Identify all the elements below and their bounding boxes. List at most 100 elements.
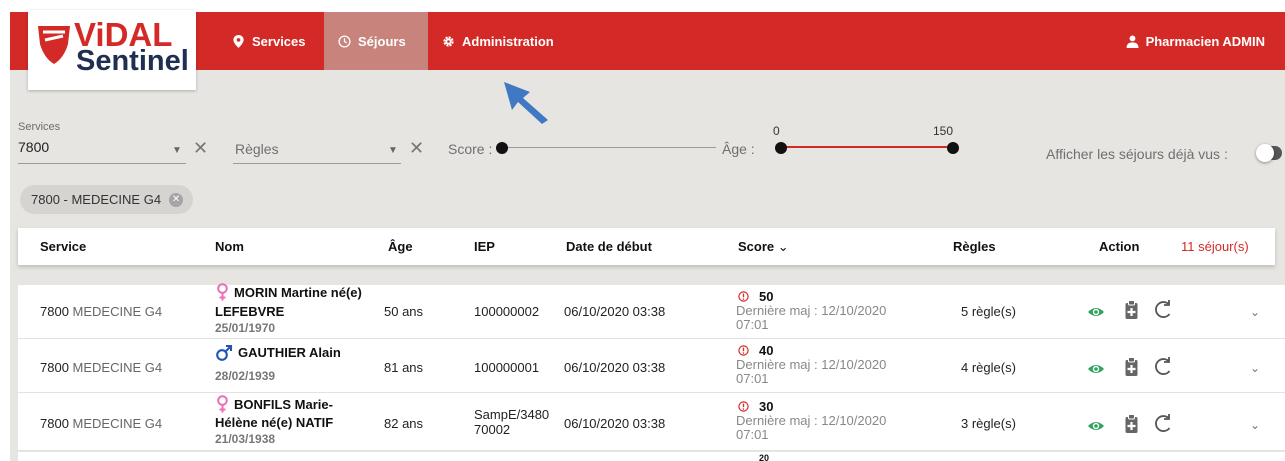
score-value: 30 [759, 399, 774, 414]
service-name: MEDECINE G4 [72, 360, 163, 375]
patient-iep: 100000002 [474, 304, 540, 319]
clipboard-medical-icon[interactable] [1125, 300, 1138, 320]
eye-icon[interactable] [1087, 362, 1105, 376]
patient-birthdate: 28/02/1939 [215, 369, 276, 383]
score-value: 50 [759, 289, 774, 304]
patient-age: 50 ans [384, 304, 424, 319]
mouse-cursor-icon [504, 82, 548, 124]
patient-iep-line1: SampE/3480 [474, 407, 550, 422]
regles-count[interactable]: 4 règle(s) [961, 360, 1016, 375]
sejour-start-date: 06/10/2020 03:38 [564, 360, 666, 375]
nav-services[interactable]: Services [218, 12, 320, 70]
eye-icon[interactable] [1087, 305, 1105, 319]
nav-sejours-label: Séjours [358, 33, 406, 49]
sort-chevron-down-icon: ⌄ [777, 239, 789, 254]
clipboard-medical-icon[interactable] [1125, 414, 1138, 434]
alert-circle-icon [738, 291, 749, 302]
table-row[interactable]: 7800 MEDECINE G4 BONFILS Marie- Hélène n… [18, 393, 1285, 451]
col-age[interactable]: Âge [388, 239, 413, 254]
service-code: 7800 [40, 360, 69, 375]
vidal-sentinel-logo[interactable]: ViDAL Sentinel [28, 10, 196, 90]
table-row[interactable]: 7800 MEDECINE G4 GAUTHIER Alain 28/02/19… [18, 339, 1285, 393]
row-expand-chevron-icon[interactable]: ⌄ [1250, 305, 1260, 319]
user-menu[interactable]: Pharmacien ADMIN [1112, 12, 1279, 70]
patient-name-line1[interactable]: BONFILS Marie- [234, 396, 333, 413]
services-clear-icon[interactable]: ✕ [193, 139, 208, 157]
chip-label: 7800 - MEDECINE G4 [31, 192, 162, 207]
col-date[interactable]: Date de début [566, 239, 652, 254]
services-filter-input[interactable]: 7800 [18, 139, 49, 155]
regles-count[interactable]: 3 règle(s) [961, 416, 1016, 431]
score-slider-track[interactable] [500, 147, 716, 148]
row-expand-chevron-icon[interactable]: ⌄ [1250, 418, 1260, 432]
nav-sejours[interactable]: Séjours [324, 12, 428, 70]
col-iep[interactable]: IEP [474, 239, 495, 254]
age-slider-range[interactable] [780, 146, 954, 148]
user-name: Pharmacien ADMIN [1145, 33, 1265, 49]
table-row-partial[interactable]: 20 [18, 452, 1285, 461]
regles-clear-icon[interactable]: ✕ [409, 139, 424, 157]
chip-remove-icon[interactable]: ✕ [169, 192, 184, 207]
age-slider-min-handle[interactable] [775, 142, 787, 154]
score-update-date: Dernière maj : 12/10/2020 [736, 413, 887, 428]
nav-services-label: Services [252, 33, 306, 49]
patient-name-line2[interactable]: LEFEBVRE [215, 303, 284, 320]
col-score-label: Score [738, 239, 775, 254]
services-filter-label: Services [18, 121, 61, 133]
patient-iep-line2: 70002 [474, 422, 511, 437]
seen-toggle-switch[interactable] [1256, 144, 1282, 162]
regles-count[interactable]: 5 règle(s) [961, 304, 1016, 319]
service-code: 7800 [40, 416, 69, 431]
col-regles[interactable]: Règles [953, 239, 996, 254]
col-action: Action [1099, 239, 1140, 254]
clipboard-medical-icon[interactable] [1125, 357, 1138, 377]
patient-age: 81 ans [384, 360, 424, 375]
services-dropdown-caret-icon[interactable]: ▼ [172, 145, 182, 156]
col-nom[interactable]: Nom [215, 239, 244, 254]
shield-logo-icon [38, 26, 70, 64]
patient-name-line1[interactable]: GAUTHIER Alain [238, 344, 341, 361]
refresh-icon[interactable] [1154, 299, 1174, 320]
sejour-start-date: 06/10/2020 03:38 [564, 304, 666, 319]
regles-filter-input[interactable]: Règles [235, 141, 279, 157]
patient-name-line1[interactable]: MORIN Martine né(e) [234, 284, 362, 301]
logo-text-sentinel: Sentinel [76, 45, 189, 77]
seen-toggle-label: Afficher les séjours déjà vus : [1046, 146, 1228, 162]
row-service: 7800 MEDECINE G4 [40, 360, 162, 375]
nav-administration[interactable]: Administration [428, 12, 568, 70]
row-expand-chevron-icon[interactable]: ⌄ [1250, 361, 1260, 375]
col-score[interactable]: Score ⌄ [738, 239, 789, 255]
row-service: 7800 MEDECINE G4 [40, 416, 162, 431]
score-update-time: 07:01 [736, 371, 769, 386]
score-update-date: Dernière maj : 12/10/2020 [736, 357, 887, 372]
eye-icon[interactable] [1087, 419, 1105, 433]
male-icon [216, 344, 233, 361]
score-value: 20 [759, 454, 770, 461]
female-icon [217, 395, 228, 413]
score-update-time: 07:01 [736, 427, 769, 442]
service-code: 7800 [40, 304, 69, 319]
score-update-date: Dernière maj : 12/10/2020 [736, 303, 887, 318]
gear-icon [443, 35, 454, 47]
age-slider-max-handle[interactable] [947, 142, 959, 154]
regles-dropdown-caret-icon[interactable]: ▼ [388, 145, 398, 156]
table-row[interactable]: 7800 MEDECINE G4 MORIN Martine né(e) LEF… [18, 283, 1285, 339]
regles-filter-underline [233, 163, 401, 164]
patient-birthdate: 25/01/1970 [215, 321, 276, 335]
service-filter-chip[interactable]: 7800 - MEDECINE G4 ✕ [20, 185, 194, 214]
alert-circle-icon [738, 345, 749, 356]
score-slider-handle[interactable] [496, 142, 508, 154]
patient-birthdate: 21/03/1938 [215, 432, 276, 446]
clock-icon [338, 34, 351, 48]
user-icon [1126, 35, 1139, 48]
refresh-icon[interactable] [1154, 356, 1174, 377]
score-update-time: 07:01 [736, 317, 769, 332]
age-min-value: 0 [773, 124, 780, 138]
service-name: MEDECINE G4 [72, 416, 163, 431]
services-filter-underline [18, 163, 186, 164]
patient-name-line2[interactable]: Hélène né(e) NATIF [215, 414, 333, 431]
sejour-start-date: 06/10/2020 03:38 [564, 416, 666, 431]
service-name: MEDECINE G4 [72, 304, 163, 319]
refresh-icon[interactable] [1154, 413, 1174, 434]
col-service[interactable]: Service [40, 239, 86, 254]
